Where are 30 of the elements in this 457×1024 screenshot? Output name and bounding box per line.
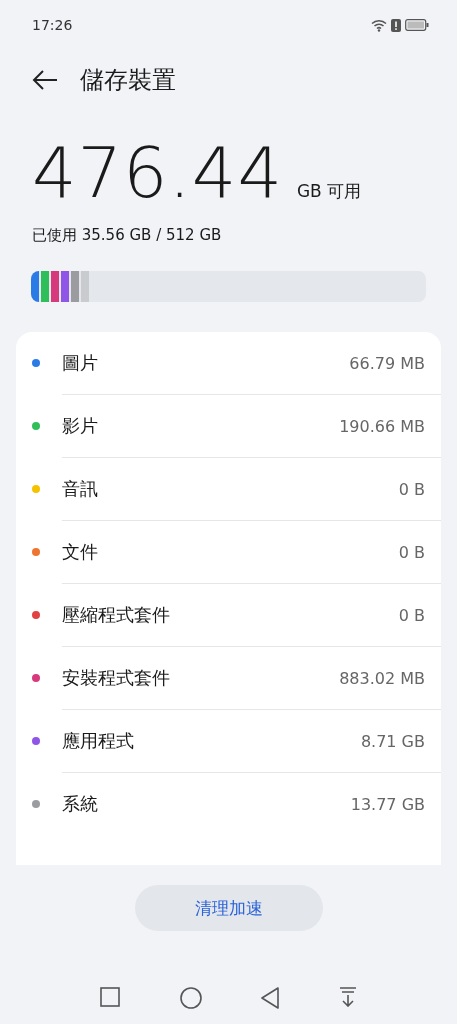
recents-icon[interactable] (99, 987, 120, 1007)
category-size: 883.02 MB (339, 668, 425, 688)
category-size: 8.71 GB (360, 731, 425, 751)
wifi-icon (371, 18, 387, 32)
category-name[interactable]: 壓縮程式套件 (62, 603, 399, 627)
category-size: 66.79 MB (349, 353, 425, 373)
category-name[interactable]: 文件 (62, 540, 399, 564)
available-storage: 476.44 (32, 138, 283, 208)
home-icon[interactable] (179, 987, 202, 1009)
category-name[interactable]: 系統 (62, 792, 351, 816)
available-unit: GB 可用 (296, 180, 362, 203)
notification-pull-icon[interactable] (339, 987, 358, 1007)
category-name[interactable]: 影片 (62, 414, 340, 438)
category-size: 13.77 GB (350, 794, 425, 814)
status-time: 17:26 (32, 17, 73, 33)
back-nav-icon[interactable] (261, 987, 280, 1009)
battery-icon (405, 19, 429, 31)
category-name[interactable]: 安裝程式套件 (62, 666, 340, 690)
category-name[interactable]: 音訊 (62, 477, 399, 501)
category-name[interactable]: 圖片 (62, 351, 350, 375)
category-size: 0 B (398, 542, 425, 562)
category-size: 0 B (398, 605, 425, 625)
page-title: 儲存裝置 (80, 65, 176, 96)
used-storage: 已使用 35.56 GB / 512 GB (31, 225, 223, 245)
category-size: 190.66 MB (339, 416, 425, 436)
category-name[interactable]: 應用程式 (62, 729, 361, 753)
category-size: 0 B (398, 479, 425, 499)
back-icon[interactable] (32, 69, 58, 91)
sim-alert-icon (391, 18, 401, 32)
clean-up-button[interactable]: 清理加速 (134, 885, 323, 931)
